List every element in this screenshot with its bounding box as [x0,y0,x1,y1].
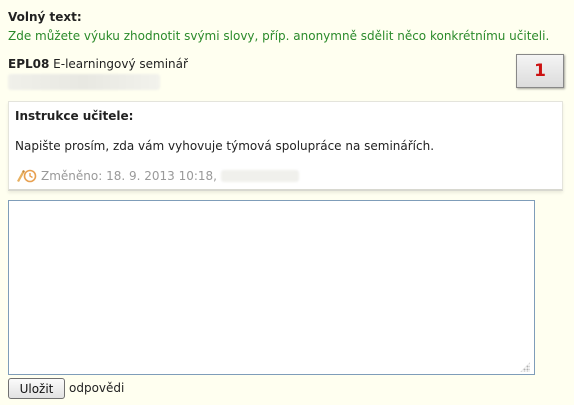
answer-textarea[interactable] [8,200,535,375]
course-title: EPL08 E-learningový seminář [8,57,188,71]
course-code: EPL08 [8,57,50,71]
edit-history-icon [15,169,37,183]
modified-text: Změněno: 18. 9. 2013 10:18, [41,169,217,183]
question-number-badge: 1 [516,54,564,88]
instructions-title: Instrukce učitele: [15,109,134,123]
save-button[interactable]: Uložit [8,378,65,399]
course-name: E-learningový seminář [53,57,188,71]
section-hint: Zde můžete výuku zhodnotit svými slovy, … [8,29,550,43]
instructions-modified: Změněno: 18. 9. 2013 10:18, [15,169,299,183]
teacher-instructions-panel: Instrukce učitele: Napište prosím, zda v… [8,101,563,191]
instructions-text: Napište prosím, zda vám vyhovuje týmová … [15,139,435,153]
save-suffix-label: odpovědi [69,381,125,395]
redacted-teacher-name [8,74,160,90]
redacted-author [221,170,299,182]
section-heading: Volný text: [8,10,82,24]
